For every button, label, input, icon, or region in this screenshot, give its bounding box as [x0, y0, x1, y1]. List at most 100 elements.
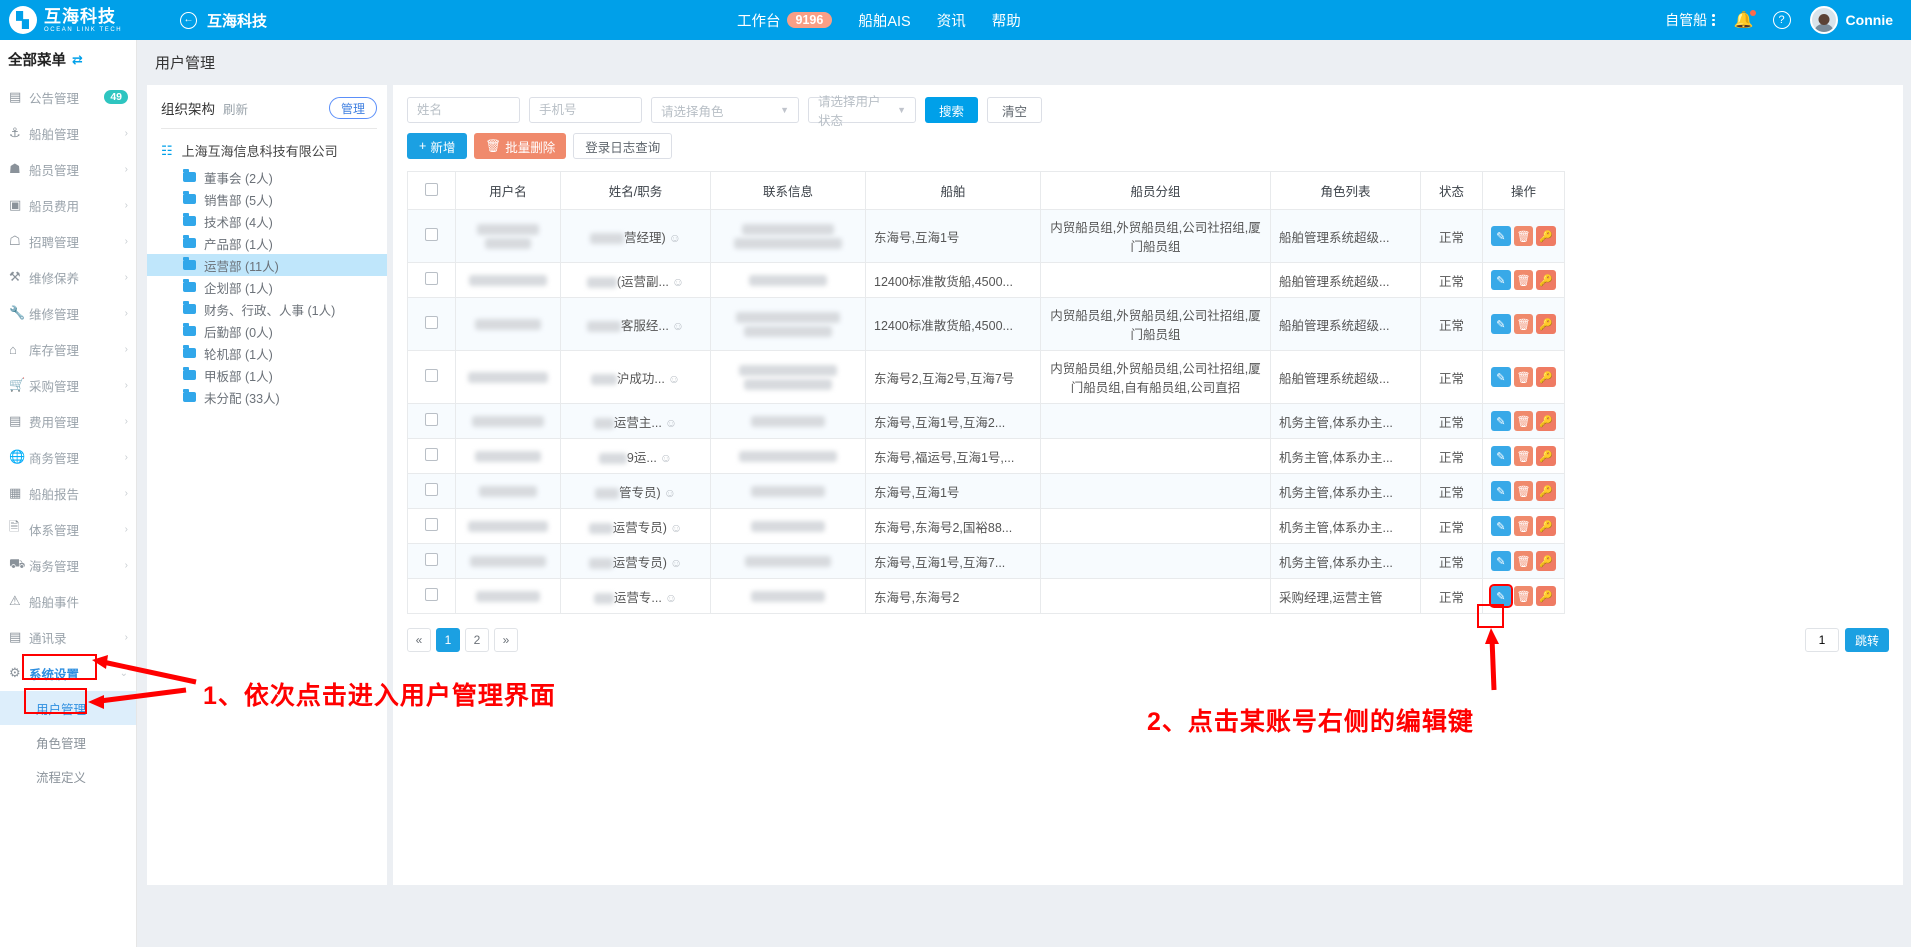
person-icon[interactable]: ☺: [672, 319, 684, 333]
sidebar-item-15[interactable]: ▤ 通讯录 ›: [0, 619, 136, 655]
reset-password-button[interactable]: 🔑: [1536, 314, 1557, 334]
row-checkbox[interactable]: [425, 588, 438, 601]
sidebar-item-1[interactable]: ⚓ 船舶管理 ›: [0, 115, 136, 151]
more-dots-icon[interactable]: [1712, 14, 1715, 26]
edit-button[interactable]: ✎: [1489, 584, 1513, 608]
delete-button[interactable]: 🗑: [1513, 551, 1534, 571]
clear-button[interactable]: 清空: [987, 97, 1043, 123]
table-row[interactable]: 运营主... ☺ 东海号,互海1号,互海2... 机务主管,体系办主... 正常 ✎ 🗑 🔑: [407, 403, 1565, 439]
delete-button[interactable]: 🗑: [1513, 411, 1534, 431]
sidebar-item-6[interactable]: 🔧 维修管理 ›: [0, 295, 136, 331]
sidebar-item-user-management[interactable]: 用户管理: [0, 691, 136, 725]
tree-node-5[interactable]: 企划部 (1人): [147, 276, 387, 298]
reset-password-button[interactable]: 🔑: [1536, 586, 1557, 606]
back-navigation[interactable]: ← 互海科技: [180, 10, 267, 31]
delete-button[interactable]: 🗑: [1513, 586, 1534, 606]
brand-logo-group[interactable]: 互海科技 OCEAN LINK TECH: [0, 6, 168, 34]
tree-node-4[interactable]: 运营部 (11人): [147, 254, 387, 276]
sidebar-item-8[interactable]: 🛒 采购管理 ›: [0, 367, 136, 403]
table-row[interactable]: (运营副... ☺ 12400标准散货船,4500... 船舶管理系统超级... 正常 ✎…: [407, 262, 1565, 298]
help-circle-icon[interactable]: ?: [1772, 11, 1791, 29]
topnav-item-workbench[interactable]: 工作台 9196: [737, 10, 833, 31]
reset-password-button[interactable]: 🔑: [1536, 270, 1557, 290]
delete-button[interactable]: 🗑: [1513, 367, 1534, 387]
sidebar-item-3[interactable]: ▣ 船员费用 ›: [0, 187, 136, 223]
delete-button[interactable]: 🗑: [1513, 481, 1534, 501]
row-checkbox[interactable]: [425, 518, 438, 531]
self-ship-selector[interactable]: 自管船: [1665, 10, 1715, 30]
search-button[interactable]: 搜索: [925, 97, 979, 123]
sidebar-item-role-management[interactable]: 角色管理: [0, 725, 136, 759]
table-row[interactable]: 运营专... ☺ 东海号,东海号2 采购经理,运营主管 正常 ✎ 🗑 🔑: [407, 578, 1565, 614]
sidebar-item-12[interactable]: 🗎 体系管理 ›: [0, 511, 136, 547]
row-checkbox[interactable]: [425, 413, 438, 426]
sidebar-item-5[interactable]: ⚒ 维修保养 ›: [0, 259, 136, 295]
pagination-jump-input[interactable]: [1804, 628, 1839, 652]
edit-button[interactable]: ✎: [1491, 481, 1511, 501]
delete-button[interactable]: 🗑: [1513, 516, 1534, 536]
tree-node-3[interactable]: 产品部 (1人): [147, 232, 387, 254]
person-icon[interactable]: ☺: [660, 451, 672, 465]
reset-password-button[interactable]: 🔑: [1536, 481, 1557, 501]
row-checkbox[interactable]: [425, 272, 438, 285]
tree-manage-button[interactable]: 管理: [328, 97, 377, 119]
row-checkbox[interactable]: [425, 316, 438, 329]
reset-password-button[interactable]: 🔑: [1536, 367, 1557, 387]
edit-button[interactable]: ✎: [1491, 446, 1511, 466]
delete-button[interactable]: 🗑: [1513, 314, 1534, 334]
sidebar-item-9[interactable]: ▤ 费用管理 ›: [0, 403, 136, 439]
topnav-item-help[interactable]: 帮助: [992, 10, 1021, 31]
sidebar-item-process-definition[interactable]: 流程定义: [0, 759, 136, 793]
reset-password-button[interactable]: 🔑: [1536, 551, 1557, 571]
edit-button[interactable]: ✎: [1491, 226, 1511, 246]
person-icon[interactable]: ☺: [669, 231, 681, 245]
delete-button[interactable]: 🗑: [1513, 270, 1534, 290]
sidebar-item-14[interactable]: ⚠ 船舶事件: [0, 583, 136, 619]
table-row[interactable]: 管专员) ☺ 东海号,互海1号 机务主管,体系办主... 正常 ✎ 🗑 🔑: [407, 473, 1565, 509]
sidebar-item-11[interactable]: ▦ 船舶报告 ›: [0, 475, 136, 511]
edit-button[interactable]: ✎: [1491, 314, 1511, 334]
reset-password-button[interactable]: 🔑: [1536, 516, 1557, 536]
table-row[interactable]: 营经理) ☺ 东海号,互海1号 内贸船员组,外贸船员组,公司社招组,厦门船员组 船舶管…: [407, 209, 1565, 263]
edit-button[interactable]: ✎: [1491, 270, 1511, 290]
person-icon[interactable]: ☺: [668, 372, 680, 386]
row-checkbox[interactable]: [425, 448, 438, 461]
tree-node-9[interactable]: 甲板部 (1人): [147, 364, 387, 386]
sidebar-item-10[interactable]: 🌐 商务管理 ›: [0, 439, 136, 475]
add-button[interactable]: + 新增: [407, 133, 468, 159]
table-row[interactable]: 客服经... ☺ 12400标准散货船,4500... 内贸船员组,外贸船员组,公司…: [407, 297, 1565, 351]
sidebar-item-4[interactable]: ☖ 招聘管理 ›: [0, 223, 136, 259]
person-icon[interactable]: ☺: [665, 416, 677, 430]
tree-refresh-link[interactable]: 刷新: [223, 99, 248, 118]
notification-bell-icon[interactable]: 🔔: [1734, 10, 1756, 30]
sidebar-item-7[interactable]: ⌂ 库存管理 ›: [0, 331, 136, 367]
person-icon[interactable]: ☺: [670, 521, 682, 535]
sidebar-item-2[interactable]: ☗ 船员管理 ›: [0, 151, 136, 187]
back-arrow-icon[interactable]: ←: [180, 11, 197, 29]
pagination-page-2[interactable]: 2: [465, 628, 489, 652]
login-log-button[interactable]: 登录日志查询: [573, 133, 673, 159]
tree-root-node[interactable]: ☷ 上海互海信息科技有限公司: [147, 129, 387, 166]
row-checkbox[interactable]: [425, 228, 438, 241]
reset-password-button[interactable]: 🔑: [1536, 411, 1557, 431]
reset-password-button[interactable]: 🔑: [1536, 446, 1557, 466]
swap-icon[interactable]: ⇄: [72, 52, 83, 68]
person-icon[interactable]: ☺: [665, 591, 677, 605]
avatar[interactable]: [1809, 6, 1838, 34]
edit-button[interactable]: ✎: [1491, 367, 1511, 387]
topnav-item-ais[interactable]: 船舶AIS: [858, 10, 910, 31]
tree-node-0[interactable]: 董事会 (2人): [147, 166, 387, 188]
table-row[interactable]: 9运... ☺ 东海号,福运号,互海1号,... 机务主管,体系办主... 正常 ✎ 🗑 🔑: [407, 438, 1565, 474]
tree-node-6[interactable]: 财务、行政、人事 (1人): [147, 298, 387, 320]
person-icon[interactable]: ☺: [664, 486, 676, 500]
person-icon[interactable]: ☺: [672, 275, 684, 289]
table-row[interactable]: 沪成功... ☺ 东海号2,互海2号,互海7号 内贸船员组,外贸船员组,公司社招组,…: [407, 350, 1565, 404]
pagination-next[interactable]: »: [494, 628, 518, 652]
delete-button[interactable]: 🗑: [1513, 446, 1534, 466]
row-checkbox[interactable]: [425, 553, 438, 566]
sidebar-item-13[interactable]: ⛟ 海务管理 ›: [0, 547, 136, 583]
search-input-name[interactable]: [407, 97, 520, 123]
pagination-page-1[interactable]: 1: [436, 628, 460, 652]
row-checkbox[interactable]: [425, 369, 438, 382]
user-profile[interactable]: Connie: [1809, 6, 1893, 34]
